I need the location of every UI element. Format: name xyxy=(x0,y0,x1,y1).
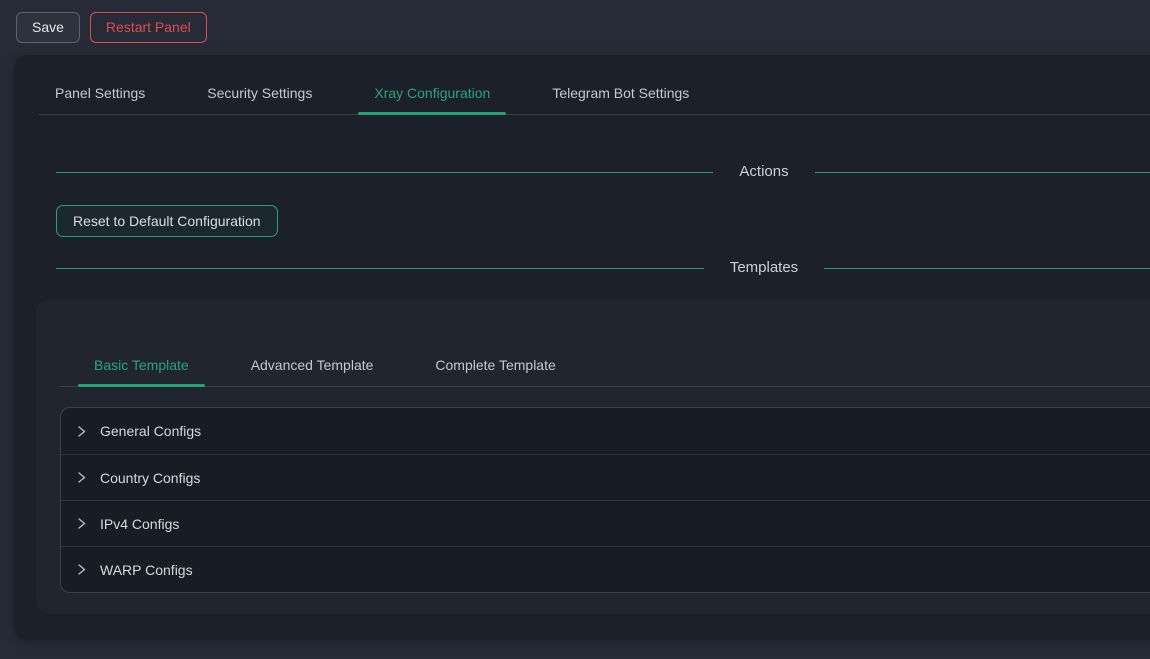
tab-panel-settings[interactable]: Panel Settings xyxy=(39,85,161,114)
tab-basic-template[interactable]: Basic Template xyxy=(78,357,205,386)
templates-divider: Templates xyxy=(56,259,1150,277)
chevron-right-icon xyxy=(75,471,88,484)
collapse-section-label: Country Configs xyxy=(100,470,200,486)
collapse-section-label: IPv4 Configs xyxy=(100,516,179,532)
tab-complete-template[interactable]: Complete Template xyxy=(419,357,571,386)
xray-configuration-panel: Actions Reset to Default Configuration T… xyxy=(14,163,1150,614)
tab-advanced-template[interactable]: Advanced Template xyxy=(235,357,390,386)
chevron-right-icon xyxy=(75,517,88,530)
actions-divider: Actions xyxy=(56,163,1150,181)
collapse-section-general-configs[interactable]: General Configs xyxy=(61,408,1150,454)
actions-divider-label: Actions xyxy=(739,163,788,181)
save-button[interactable]: Save xyxy=(16,12,80,43)
tab-xray-configuration[interactable]: Xray Configuration xyxy=(358,85,506,114)
page: Save Restart Panel Panel Settings Securi… xyxy=(0,0,1150,659)
chevron-right-icon xyxy=(75,425,88,438)
collapse-section-warp-configs[interactable]: WARP Configs xyxy=(61,546,1150,592)
collapse-section-ipv4-configs[interactable]: IPv4 Configs xyxy=(61,500,1150,546)
templates-divider-label: Templates xyxy=(730,259,798,277)
toolbar: Save Restart Panel xyxy=(16,12,207,43)
templates-card: Basic Template Advanced Template Complet… xyxy=(36,299,1150,614)
settings-card: Panel Settings Security Settings Xray Co… xyxy=(14,55,1150,640)
reset-default-configuration-button[interactable]: Reset to Default Configuration xyxy=(56,205,278,237)
collapse-section-country-configs[interactable]: Country Configs xyxy=(61,454,1150,500)
template-tab-bar: Basic Template Advanced Template Complet… xyxy=(60,299,1150,387)
config-sections-collapse: General Configs Country Configs xyxy=(60,407,1150,593)
settings-tab-bar: Panel Settings Security Settings Xray Co… xyxy=(39,55,1150,115)
tab-telegram-bot-settings[interactable]: Telegram Bot Settings xyxy=(536,85,705,114)
collapse-section-label: General Configs xyxy=(100,423,201,439)
restart-panel-button[interactable]: Restart Panel xyxy=(90,12,207,43)
tab-security-settings[interactable]: Security Settings xyxy=(191,85,328,114)
collapse-section-label: WARP Configs xyxy=(100,562,193,578)
chevron-right-icon xyxy=(75,563,88,576)
